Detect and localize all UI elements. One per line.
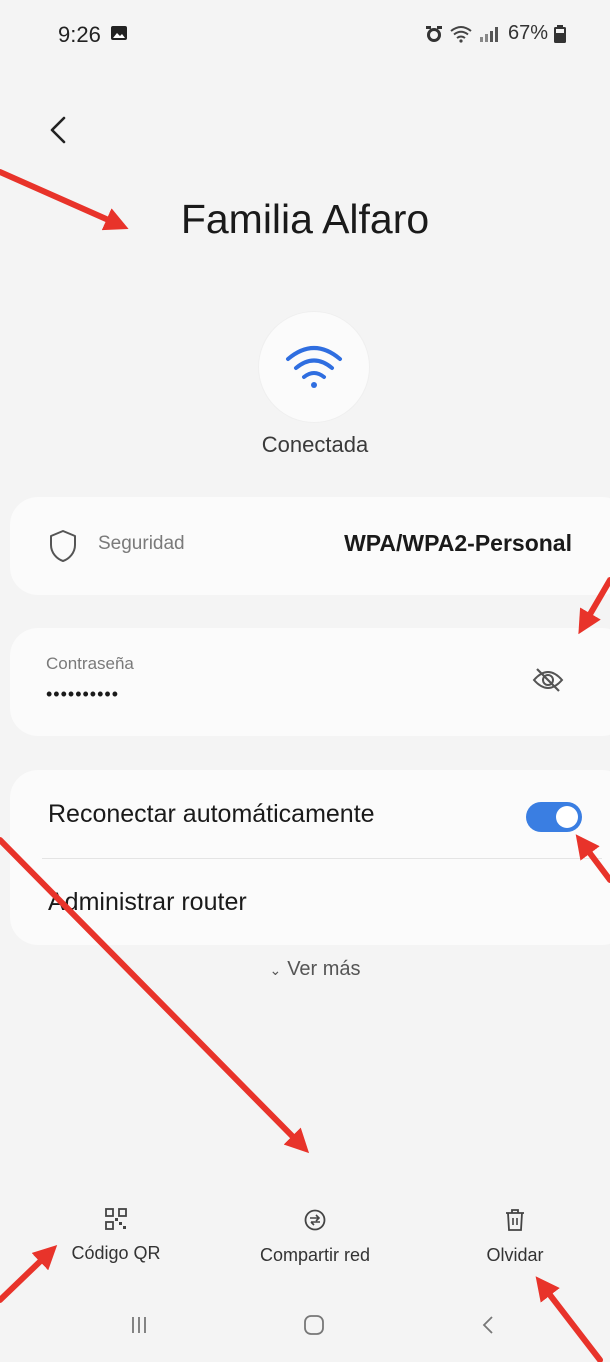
qr-code-label: Código QR bbox=[71, 1243, 161, 1263]
alarm-icon bbox=[425, 25, 442, 42]
password-card[interactable]: Contraseña •••••••••• bbox=[10, 628, 610, 736]
share-network-icon bbox=[304, 1209, 326, 1231]
battery-icon bbox=[554, 24, 566, 43]
options-card: Reconectar automáticamente Administrar r… bbox=[10, 770, 610, 945]
auto-reconnect-toggle[interactable] bbox=[526, 802, 582, 832]
password-value: •••••••••• bbox=[46, 684, 120, 704]
connection-status: Conectada bbox=[261, 432, 369, 457]
status-time: 9:26 bbox=[58, 22, 101, 47]
divider bbox=[42, 858, 602, 859]
manage-router-item[interactable]: Administrar router bbox=[48, 888, 247, 917]
home-icon[interactable] bbox=[299, 1310, 329, 1340]
signal-icon bbox=[479, 26, 498, 42]
arrow-to-qr bbox=[0, 1245, 58, 1303]
see-more-button[interactable]: ⌄ Ver más bbox=[0, 958, 610, 981]
wifi-status-icon bbox=[450, 25, 472, 43]
forget-button[interactable]: Olvidar bbox=[460, 1208, 570, 1266]
qr-code-button[interactable]: Código QR bbox=[56, 1208, 176, 1264]
network-name: Familia Alfaro bbox=[180, 196, 430, 242]
toggle-knob bbox=[556, 806, 578, 828]
forget-label: Olvidar bbox=[486, 1245, 544, 1265]
wifi-icon bbox=[286, 346, 342, 388]
chevron-down-icon: ⌄ bbox=[269, 962, 282, 978]
security-value: WPA/WPA2-Personal bbox=[344, 530, 572, 556]
trash-icon bbox=[506, 1209, 524, 1231]
back-button[interactable] bbox=[44, 110, 74, 150]
security-label: Seguridad bbox=[98, 533, 185, 554]
share-network-button[interactable]: Compartir red bbox=[240, 1208, 390, 1266]
qr-code-icon bbox=[105, 1208, 127, 1230]
security-card: Seguridad WPA/WPA2-Personal bbox=[10, 497, 610, 595]
auto-reconnect-label[interactable]: Reconectar automáticamente bbox=[48, 800, 375, 829]
arrow-to-forget bbox=[535, 1276, 603, 1362]
password-label: Contraseña bbox=[46, 654, 134, 673]
eye-off-icon[interactable] bbox=[532, 666, 564, 694]
shield-icon bbox=[50, 530, 76, 562]
recent-apps-icon[interactable] bbox=[124, 1310, 154, 1340]
share-network-label: Compartir red bbox=[259, 1245, 371, 1265]
wifi-badge bbox=[259, 312, 369, 422]
battery-percent: 67% bbox=[507, 22, 548, 44]
see-more-label: Ver más bbox=[287, 958, 361, 980]
gallery-notification-icon bbox=[111, 26, 127, 40]
nav-back-icon[interactable] bbox=[474, 1310, 504, 1340]
status-icons: 67% bbox=[424, 22, 566, 45]
